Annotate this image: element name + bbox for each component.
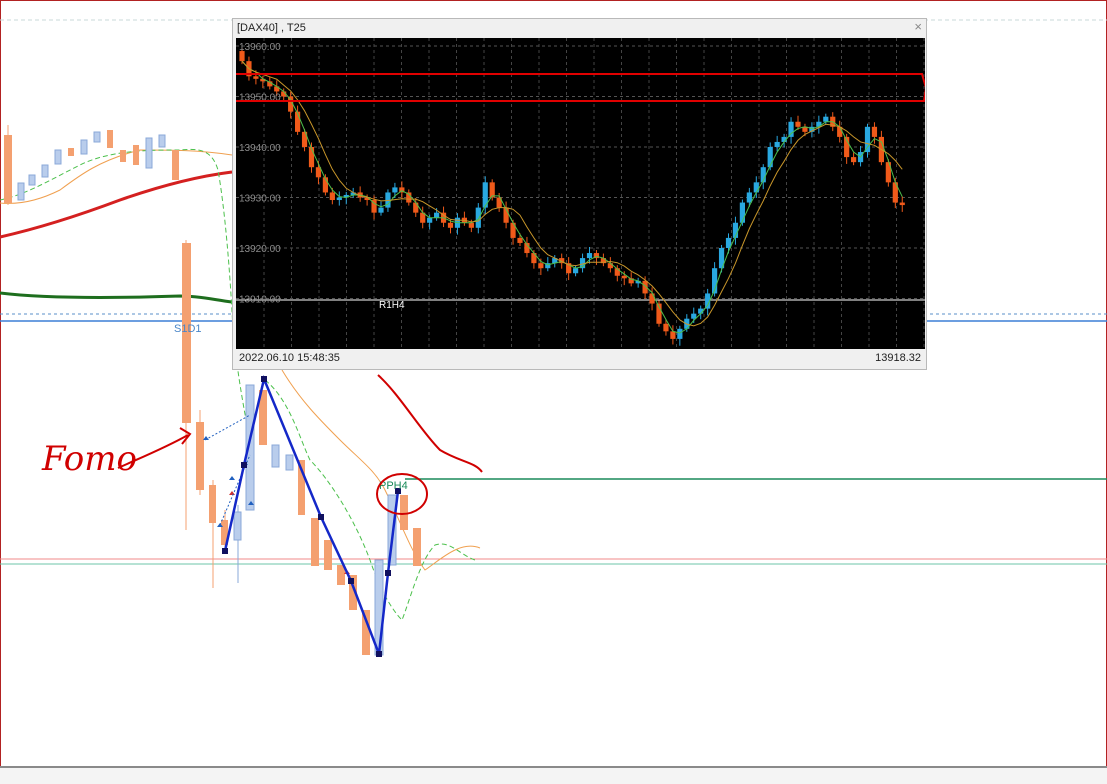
y-axis-label: 13940.00 xyxy=(239,143,281,154)
candle-body xyxy=(851,157,857,163)
candle-body xyxy=(649,293,655,304)
candle-body xyxy=(767,147,773,168)
candle-body xyxy=(774,141,780,147)
candle-body xyxy=(788,121,794,137)
candle-body xyxy=(538,263,544,269)
candle-body xyxy=(253,76,259,79)
popup-last-price: 13918.32 xyxy=(875,352,921,364)
green-moving-average xyxy=(0,291,233,304)
left-candles xyxy=(4,125,179,205)
candle-body xyxy=(823,116,829,122)
candle-body xyxy=(434,212,440,218)
green-dashed-ma-2 xyxy=(264,379,476,621)
candle-body xyxy=(586,253,593,259)
red-drawn-curve xyxy=(377,374,483,473)
candle-body xyxy=(308,147,315,168)
r1h4-level-label: R1H4 xyxy=(379,300,405,311)
candle-body xyxy=(753,182,759,193)
candle-body xyxy=(517,237,523,243)
popup-timestamp: 2022.06.10 15:48:35 xyxy=(239,352,340,364)
candle-body xyxy=(607,263,613,269)
candle-body xyxy=(378,207,384,213)
candle-body xyxy=(677,328,683,339)
candle-body xyxy=(739,202,745,223)
candle-body xyxy=(663,323,669,332)
y-axis-label: 13910.00 xyxy=(239,295,281,306)
candle-body xyxy=(413,202,419,213)
chart-popup-window[interactable]: [DAX40] , T25 × 13960.00 13950.00 13940.… xyxy=(232,18,928,370)
candle-body xyxy=(329,192,335,201)
candle-body xyxy=(899,202,905,206)
candle-body xyxy=(336,197,342,201)
candle-body xyxy=(573,268,579,274)
candle-body xyxy=(795,121,801,127)
fomo-annotation: Fomo xyxy=(41,439,137,479)
candle-body xyxy=(871,126,878,137)
popup-title: [DAX40] , T25 xyxy=(237,22,306,34)
y-axis-label: 13930.00 xyxy=(239,194,281,205)
candle-body xyxy=(295,111,301,132)
close-icon[interactable]: × xyxy=(914,20,922,34)
popup-chart-svg: 13960.00 13950.00 13940.00 13930.00 1392… xyxy=(236,38,928,349)
candle-body xyxy=(864,126,871,153)
candle-body xyxy=(475,207,481,228)
candle-body xyxy=(427,217,433,223)
y-axis-label: 13920.00 xyxy=(239,244,281,255)
candle-body xyxy=(468,222,474,228)
candle-body xyxy=(392,187,398,193)
candle-body xyxy=(746,192,752,203)
candle-body xyxy=(670,331,676,339)
candle-body xyxy=(447,222,454,228)
y-axis-label: 13960.00 xyxy=(239,42,281,53)
candle-body xyxy=(621,275,627,279)
s1-level-label: S1D1 xyxy=(174,323,202,335)
candle-body xyxy=(489,182,495,198)
popup-chart-area: 13960.00 13950.00 13940.00 13930.00 1392… xyxy=(236,38,928,349)
